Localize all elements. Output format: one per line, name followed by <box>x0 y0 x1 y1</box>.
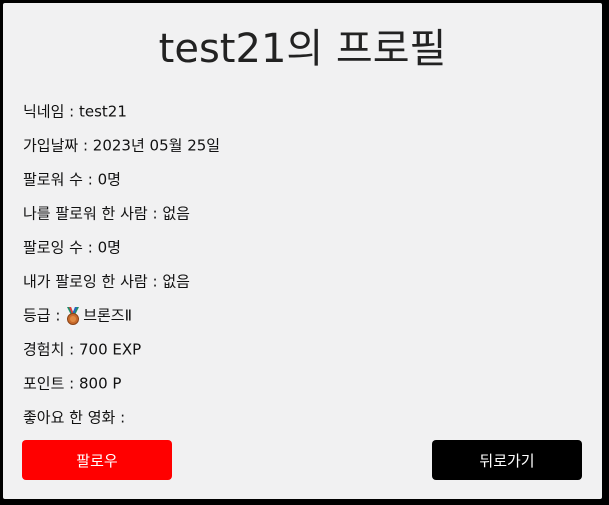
field-label: 포인트 <box>23 374 65 393</box>
field-value: 2023년 05월 25일 <box>92 136 221 155</box>
join-date-row: 가입날짜 : 2023년 05월 25일 <box>23 134 583 168</box>
field-label: 팔로워 수 <box>23 170 83 189</box>
field-label: 경험치 <box>23 340 65 359</box>
page-title: test21의 프로필 <box>158 26 447 72</box>
field-value: 없음 <box>162 272 190 291</box>
back-button[interactable]: 뒤로가기 <box>432 440 582 480</box>
field-separator: : <box>147 272 163 291</box>
field-separator: : <box>82 170 98 189</box>
field-label: 좋아요 한 영화 <box>23 408 116 427</box>
field-label: 닉네임 <box>23 102 65 121</box>
field-label: 팔로잉 수 <box>23 238 83 257</box>
field-separator: : <box>64 102 79 121</box>
field-label: 가입날짜 <box>23 136 79 155</box>
field-value: test21 <box>79 102 127 121</box>
field-label: 나를 팔로워 한 사람 <box>23 204 148 223</box>
grade-row: 등급 : 브론즈Ⅱ <box>23 304 583 338</box>
profile-info: 닉네임 : test21 가입날짜 : 2023년 05월 25일 팔로워 수 … <box>23 100 583 440</box>
field-separator: : <box>64 374 79 393</box>
field-value: 700 EXP <box>79 340 142 359</box>
field-separator: : <box>78 136 93 155</box>
follow-button[interactable]: 팔로우 <box>22 440 172 480</box>
field-separator: : <box>147 204 163 223</box>
field-label: 등급 <box>23 306 51 325</box>
field-value: 800 P <box>79 374 122 393</box>
field-value: 0명 <box>97 238 121 257</box>
experience-row: 경험치 : 700 EXP <box>23 338 583 372</box>
liked-movies-row: 좋아요 한 영화 : <box>23 406 583 440</box>
field-value: 없음 <box>162 204 190 223</box>
bronze-medal-icon <box>67 306 80 325</box>
field-separator: : <box>64 340 79 359</box>
nickname-row: 닉네임 : test21 <box>23 100 583 134</box>
field-separator: : <box>82 238 98 257</box>
profile-card: test21의 프로필 닉네임 : test21 가입날짜 : 2023년 05… <box>3 3 602 499</box>
follower-count-row: 팔로워 수 : 0명 <box>23 168 583 202</box>
field-label: 내가 팔로잉 한 사람 <box>23 272 148 291</box>
points-row: 포인트 : 800 P <box>23 372 583 406</box>
field-separator: : <box>115 408 130 427</box>
following-count-row: 팔로잉 수 : 0명 <box>23 236 583 270</box>
field-value: 0명 <box>97 170 121 189</box>
followers-row: 나를 팔로워 한 사람 : 없음 <box>23 202 583 236</box>
field-value: 브론즈Ⅱ <box>83 306 132 325</box>
following-row: 내가 팔로잉 한 사람 : 없음 <box>23 270 583 304</box>
field-separator: : <box>50 306 66 325</box>
